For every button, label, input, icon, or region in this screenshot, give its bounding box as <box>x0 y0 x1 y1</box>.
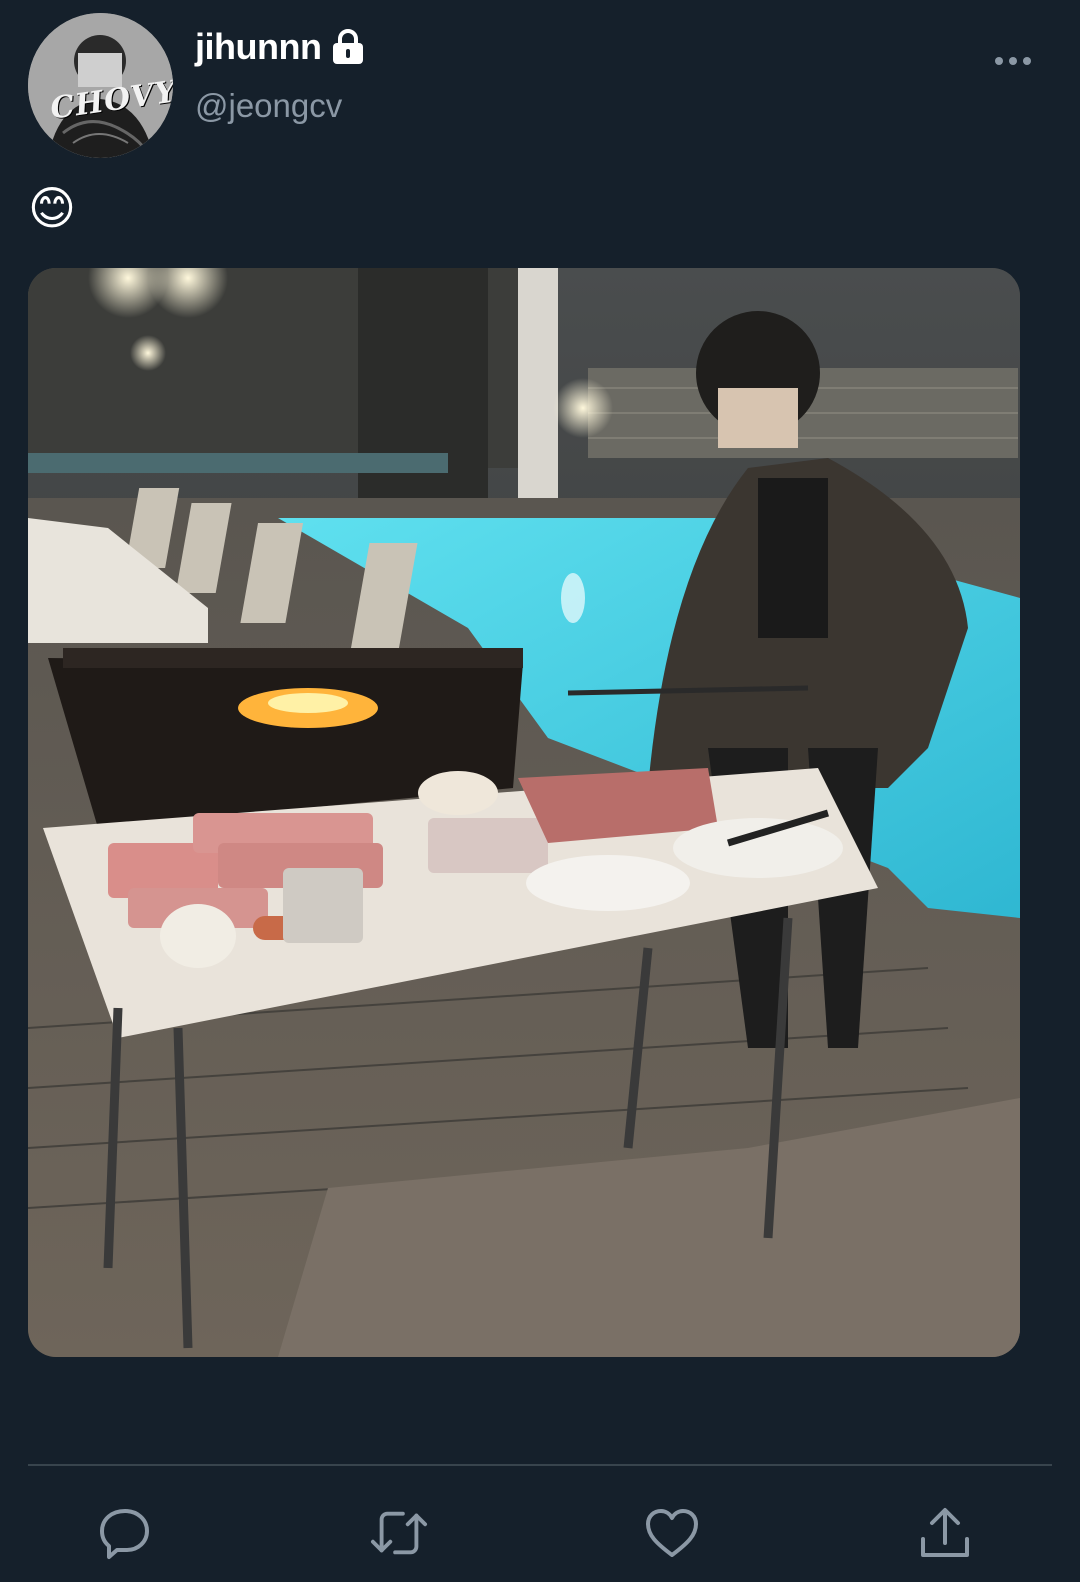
share-icon <box>921 1508 969 1557</box>
display-name-text: jihunnn <box>195 26 322 67</box>
more-horizontal-icon <box>995 57 1031 65</box>
display-name[interactable]: jihunnn <box>195 26 365 68</box>
bbq-poolside-image <box>28 268 1020 1357</box>
retweet-button[interactable] <box>370 1504 428 1562</box>
share-button[interactable] <box>916 1504 974 1562</box>
tweet-photo[interactable] <box>28 268 1020 1357</box>
retweet-icon <box>370 1511 428 1555</box>
heart-icon <box>646 1509 698 1557</box>
reply-button[interactable] <box>96 1504 154 1562</box>
more-options-button[interactable] <box>992 44 1034 78</box>
tweet-text: 😊 <box>28 182 76 234</box>
lock-icon <box>333 29 364 64</box>
like-button[interactable] <box>643 1504 701 1562</box>
divider <box>28 1464 1052 1466</box>
avatar[interactable]: CHOVY <box>28 13 173 158</box>
username[interactable]: @jeongcv <box>195 87 342 125</box>
reply-icon <box>100 1509 149 1559</box>
